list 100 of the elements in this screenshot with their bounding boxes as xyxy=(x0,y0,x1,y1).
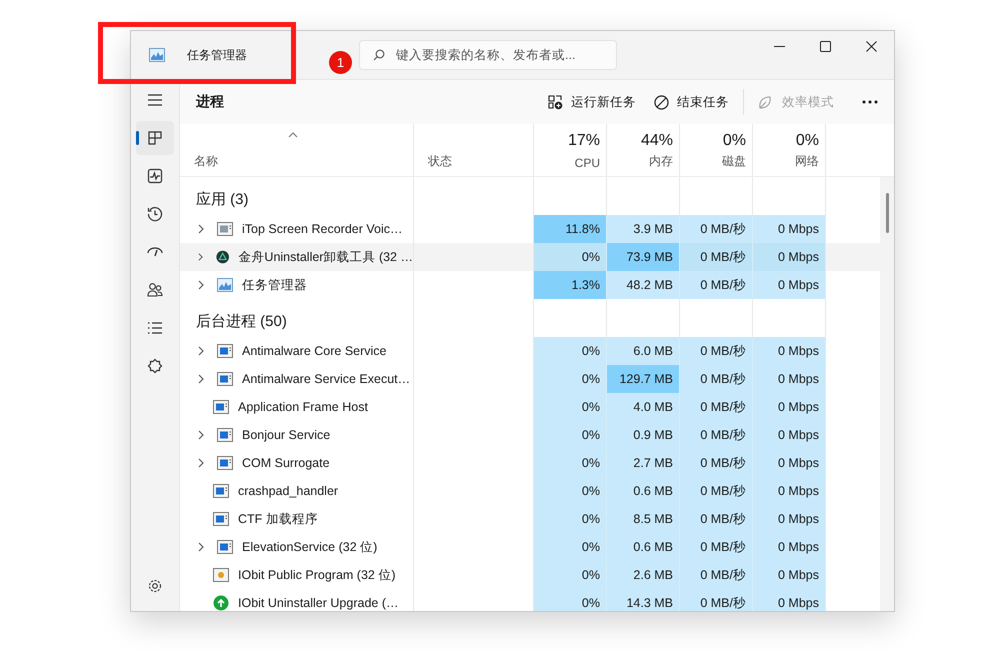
chevron-right-icon[interactable] xyxy=(198,430,204,440)
sort-caret-icon xyxy=(288,132,298,138)
metric-cell: 6.0 MB xyxy=(607,337,680,365)
group-title: 后台进程 (50) xyxy=(196,312,287,330)
close-icon xyxy=(866,40,876,52)
process-name: 金舟Uninstaller卸载工具 (32 … xyxy=(238,248,413,266)
metric-column-header[interactable]: 0% 磁盘 xyxy=(680,124,753,176)
window-icon xyxy=(213,400,229,414)
metric-cell: 0% xyxy=(534,393,607,421)
process-row[interactable]: COM Surrogate 0% 2.7 MB 0 MB/秒 0 Mbps xyxy=(180,449,880,477)
process-name: Bonjour Service xyxy=(242,428,330,442)
recycle-circle-icon xyxy=(216,249,230,265)
window-icon xyxy=(217,344,233,358)
chevron-right-icon[interactable] xyxy=(198,346,204,356)
more-icon xyxy=(862,100,878,104)
run-new-task-button[interactable]: 运行新任务 xyxy=(542,88,642,116)
clock-history-icon xyxy=(147,206,163,222)
metric-cell: 0 Mbps xyxy=(753,421,826,449)
status-column-header[interactable]: 状态 xyxy=(414,124,534,176)
metric-cell: 0 Mbps xyxy=(753,589,826,611)
window-icon xyxy=(213,484,229,498)
metric-cell: 0.6 MB xyxy=(607,477,680,505)
metric-cell: 0 Mbps xyxy=(753,477,826,505)
prohibited-icon xyxy=(654,94,669,110)
process-row[interactable]: iTop Screen Recorder Voic… 11.8% 3.9 MB 0 MB/秒 0 Mbps xyxy=(180,215,880,243)
name-column-header[interactable]: 名称 xyxy=(180,124,414,176)
metric-column-header[interactable]: 44% 内存 xyxy=(607,124,680,176)
window-icon xyxy=(217,428,233,442)
metric-cell: 0 MB/秒 xyxy=(680,421,753,449)
metric-cell: 0 Mbps xyxy=(753,533,826,561)
process-row[interactable]: 金舟Uninstaller卸载工具 (32 … 0% 73.9 MB 0 MB/秒 0 Mbps xyxy=(180,243,880,271)
process-name: IObit Public Program (32 位) xyxy=(238,566,396,584)
metric-cell: 0% xyxy=(534,365,607,393)
metric-cell: 0 Mbps xyxy=(753,561,826,589)
process-row[interactable]: Application Frame Host 0% 4.0 MB 0 MB/秒 0 Mbps xyxy=(180,393,880,421)
process-row[interactable]: IObit Public Program (32 位) 0% 2.6 MB 0 MB/秒 0 Mbps xyxy=(180,561,880,589)
metric-cell: 73.9 MB xyxy=(607,243,680,271)
metric-column-header[interactable]: 0% 网络 xyxy=(753,124,826,176)
metric-cell: 48.2 MB xyxy=(607,271,680,299)
process-row[interactable]: IObit Uninstaller Upgrade (… 0% 14.3 MB 0 MB/秒 0 Mbps xyxy=(180,589,880,611)
window-icon xyxy=(213,568,229,582)
chart-app-icon xyxy=(217,278,233,292)
window-title: 任务管理器 xyxy=(187,46,247,64)
metric-cell: 129.7 MB xyxy=(607,365,680,393)
metric-cell: 0 MB/秒 xyxy=(680,589,753,611)
metric-cell: 0 Mbps xyxy=(753,449,826,477)
process-name: ElevationService (32 位) xyxy=(242,538,378,556)
metric-cell: 0 MB/秒 xyxy=(680,271,753,299)
chevron-right-icon[interactable] xyxy=(198,252,204,262)
process-name: Antimalware Service Execut… xyxy=(242,372,410,386)
metric-cell: 0 MB/秒 xyxy=(680,477,753,505)
process-row[interactable]: ElevationService (32 位) 0% 0.6 MB 0 MB/秒 0 Mbps xyxy=(180,533,880,561)
search-field[interactable]: 键入要搜索的名称、发布者或... xyxy=(359,40,617,70)
process-name: CTF 加载程序 xyxy=(238,510,318,528)
chevron-right-icon[interactable] xyxy=(198,458,204,468)
end-task-button[interactable]: 结束任务 xyxy=(648,88,735,116)
maximize-icon xyxy=(820,40,830,52)
metric-cell: 0 Mbps xyxy=(753,337,826,365)
list-icon xyxy=(147,320,163,336)
window-icon xyxy=(217,456,233,470)
process-row[interactable]: Antimalware Service Execut… 0% 129.7 MB 0 MB/秒 0 Mbps xyxy=(180,365,880,393)
process-name: IObit Uninstaller Upgrade (… xyxy=(238,596,398,610)
metric-cell: 8.5 MB xyxy=(607,505,680,533)
chart-app-icon xyxy=(149,48,165,62)
metric-cell: 0 Mbps xyxy=(753,393,826,421)
metric-cell: 0.6 MB xyxy=(607,533,680,561)
chevron-right-icon[interactable] xyxy=(198,542,204,552)
scrollbar-thumb[interactable] xyxy=(886,193,889,233)
window-icon xyxy=(217,372,233,386)
metric-cell: 0 MB/秒 xyxy=(680,393,753,421)
process-row[interactable]: Bonjour Service 0% 0.9 MB 0 MB/秒 0 Mbps xyxy=(180,421,880,449)
metric-cell: 0 Mbps xyxy=(753,271,826,299)
metric-cell: 0% xyxy=(534,505,607,533)
metric-cell: 0 MB/秒 xyxy=(680,449,753,477)
metric-cell: 14.3 MB xyxy=(607,589,680,611)
process-row[interactable]: CTF 加载程序 0% 8.5 MB 0 MB/秒 0 Mbps xyxy=(180,505,880,533)
metric-cell: 2.6 MB xyxy=(607,561,680,589)
nav-tab[interactable] xyxy=(136,121,174,155)
window-icon xyxy=(217,540,233,554)
chevron-right-icon[interactable] xyxy=(198,280,204,290)
metric-cell: 2.7 MB xyxy=(607,449,680,477)
processes-icon xyxy=(147,130,163,146)
metric-cell: 11.8% xyxy=(534,215,607,243)
process-name: Application Frame Host xyxy=(238,400,368,414)
menu-icon xyxy=(147,94,163,106)
process-name: COM Surrogate xyxy=(242,456,330,470)
window-icon xyxy=(213,512,229,526)
users-icon xyxy=(147,282,163,298)
process-row[interactable]: crashpad_handler 0% 0.6 MB 0 MB/秒 0 Mbps xyxy=(180,477,880,505)
metric-cell: 0% xyxy=(534,477,607,505)
metric-cell: 3.9 MB xyxy=(607,215,680,243)
chevron-right-icon[interactable] xyxy=(198,224,204,234)
chevron-right-icon[interactable] xyxy=(198,374,204,384)
process-row[interactable]: Antimalware Core Service 0% 6.0 MB 0 MB/秒 0 Mbps xyxy=(180,337,880,365)
metric-cell: 0% xyxy=(534,421,607,449)
metric-cell: 0 MB/秒 xyxy=(680,365,753,393)
metric-column-header[interactable]: 17% CPU xyxy=(534,124,607,176)
process-name: crashpad_handler xyxy=(238,484,338,498)
process-row[interactable]: 任务管理器 1.3% 48.2 MB 0 MB/秒 0 Mbps xyxy=(180,271,880,299)
metric-cell: 1.3% xyxy=(534,271,607,299)
